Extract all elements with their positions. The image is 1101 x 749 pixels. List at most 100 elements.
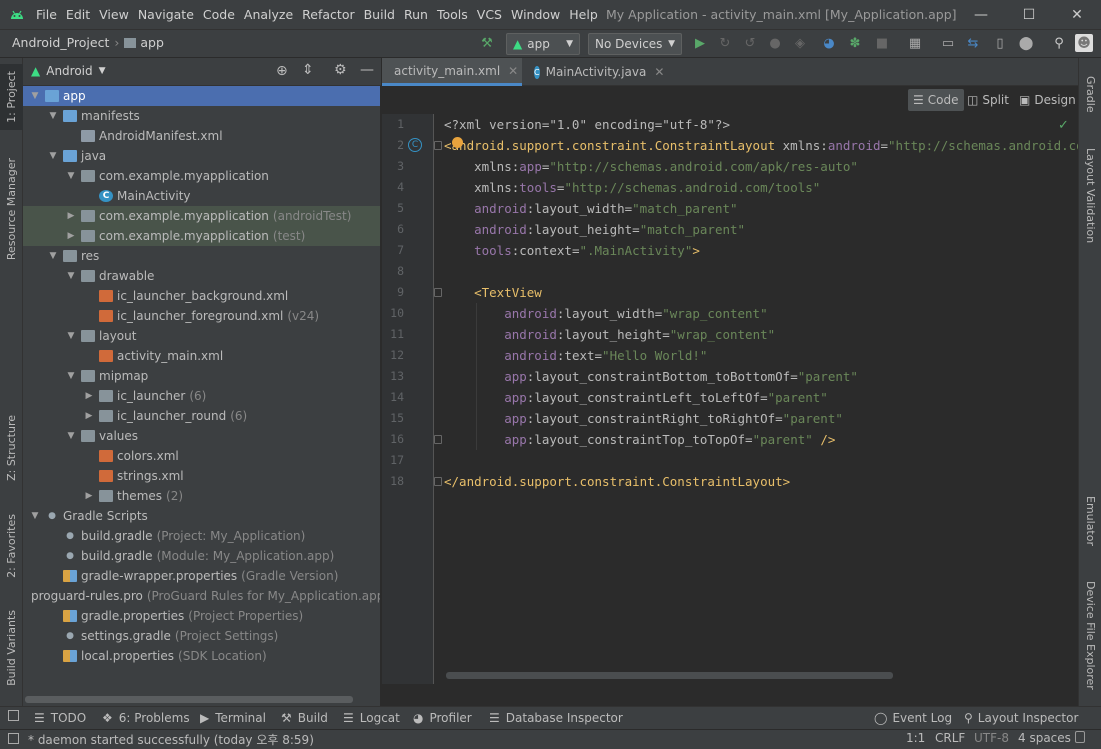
expanded-arrow-icon[interactable]: ▼ [47,251,59,261]
tab-gradle[interactable]: Gradle [1079,64,1101,124]
split-mode-button[interactable]: ◫ Split [962,89,1014,111]
profiler-tool-button[interactable]: ◕ Profiler [413,706,472,729]
indent-setting[interactable]: 4 spaces [1018,731,1071,745]
close-tab-icon[interactable]: ✕ [654,65,664,79]
tree-item[interactable]: proguard-rules.pro (ProGuard Rules for My… [23,586,380,606]
tab-main-activity-java[interactable]: C MainActivity.java ✕ [528,58,668,86]
breadcrumb-module[interactable]: app [140,35,164,50]
terminal-tool-button[interactable]: ▶ Terminal [200,706,266,729]
tab-device-file-explorer[interactable]: Device File Explorer [1079,573,1101,697]
tree-item[interactable]: ● build.gradle (Project: My_Application) [23,526,380,546]
tree-item[interactable]: ▼ res [23,246,380,266]
expanded-arrow-icon[interactable]: ▼ [65,371,77,381]
run-icon[interactable]: ▶ [691,34,709,52]
expanded-arrow-icon[interactable]: ▼ [65,171,77,181]
avd-manager-icon[interactable]: ▭ [939,34,957,52]
problems-tool-button[interactable]: ❖ 6: Problems [102,706,190,729]
logcat-tool-button[interactable]: ☰ Logcat [343,706,400,729]
menu-edit[interactable]: Edit [66,7,90,22]
editor-horizontal-scrollbar[interactable] [446,672,893,679]
database-inspector-tool-button[interactable]: ☰ Database Inspector [489,706,623,729]
user-avatar-icon[interactable]: ☻ [1075,34,1093,52]
close-window-button[interactable]: ✕ [1054,0,1100,30]
class-gutter-icon[interactable]: C [408,138,422,152]
tree-item[interactable]: ic_launcher_background.xml [23,286,380,306]
search-icon[interactable]: ⚲ [1050,34,1068,52]
fold-marker-icon[interactable] [434,435,442,444]
device-manager-icon[interactable]: ▯ [991,34,1009,52]
locate-file-icon[interactable]: ⊕ [276,63,288,79]
code-mode-button[interactable]: ☰ Code [908,89,964,111]
expanded-arrow-icon[interactable]: ▼ [47,151,59,161]
build-tool-button[interactable]: ⚒ Build [281,706,328,729]
tab-structure[interactable]: Z: Structure [0,408,23,488]
code-editor[interactable]: <?xml version="1.0" encoding="utf-8"?> <a… [436,114,1078,684]
tree-item[interactable]: colors.xml [23,446,380,466]
tab-favorites[interactable]: 2: Favorites [0,506,23,586]
collapsed-arrow-icon[interactable]: ▶ [83,391,95,401]
menu-help[interactable]: Help [569,7,598,22]
tree-item[interactable]: gradle-wrapper.properties (Gradle Version… [23,566,380,586]
expanded-arrow-icon[interactable]: ▼ [65,331,77,341]
run-config-selector[interactable]: ▲ app ▼ [506,33,580,55]
caret-position[interactable]: 1:1 [906,731,925,745]
profile-icon[interactable]: ◕ [820,34,838,52]
project-structure-icon[interactable]: ▦ [906,34,924,52]
tab-project[interactable]: 1: Project [0,64,23,130]
tree-item[interactable]: ▼ java [23,146,380,166]
gear-icon[interactable]: ⚙ [334,62,347,78]
apply-changes-icon[interactable]: ↻ [716,34,734,52]
tree-item[interactable]: ▼ app [23,86,380,106]
debug-icon[interactable]: ● [766,34,784,52]
menu-window[interactable]: Window [511,7,560,22]
tree-item[interactable]: activity_main.xml [23,346,380,366]
tree-item[interactable]: ▼ ● Gradle Scripts [23,506,380,526]
collapsed-arrow-icon[interactable]: ▶ [65,211,77,221]
menu-run[interactable]: Run [404,7,428,22]
fold-marker-icon[interactable] [434,141,442,150]
menu-view[interactable]: View [99,7,129,22]
tab-layout-validation[interactable]: Layout Validation [1079,136,1101,256]
sdk-manager-icon[interactable]: ⬤ [1017,34,1035,52]
tree-item[interactable]: local.properties (SDK Location) [23,646,380,666]
layout-inspector-tool-button[interactable]: ⚲ Layout Inspector [964,706,1078,729]
tree-item[interactable]: ▼ values [23,426,380,446]
sync-gradle-icon[interactable]: ⇆ [964,34,982,52]
menu-build[interactable]: Build [364,7,395,22]
tree-item[interactable]: ▶ ic_launcher_round (6) [23,406,380,426]
tree-item[interactable]: ic_launcher_foreground.xml (v24) [23,306,380,326]
tree-item[interactable]: strings.xml [23,466,380,486]
expanded-arrow-icon[interactable]: ▼ [47,111,59,121]
coverage-icon[interactable]: ◈ [791,34,809,52]
tree-item[interactable]: ▶ themes (2) [23,486,380,506]
tab-build-variants[interactable]: Build Variants [0,603,23,693]
tab-emulator[interactable]: Emulator [1079,486,1101,556]
event-log-tool-button[interactable]: ◯ Event Log [874,706,952,729]
tree-item[interactable]: ▼ manifests [23,106,380,126]
project-horizontal-scrollbar[interactable] [25,696,353,703]
menu-tools[interactable]: Tools [437,7,468,22]
hide-panel-icon[interactable]: — [360,62,374,78]
expanded-arrow-icon[interactable]: ▼ [65,431,77,441]
menu-vcs[interactable]: VCS [477,7,502,22]
tree-item[interactable]: ▶ com.example.myapplication (test) [23,226,380,246]
fold-marker-icon[interactable] [434,288,442,297]
tree-item[interactable]: ▶ com.example.myapplication (androidTest) [23,206,380,226]
maximize-button[interactable]: ☐ [1006,0,1052,30]
menu-navigate[interactable]: Navigate [138,7,194,22]
tab-resource-manager[interactable]: Resource Manager [0,150,23,268]
expanded-arrow-icon[interactable]: ▼ [29,91,41,101]
line-separator[interactable]: CRLF [935,731,965,745]
collapse-all-icon[interactable]: ⇕ [302,62,314,78]
tree-item[interactable]: ▼ drawable [23,266,380,286]
tree-item[interactable]: ▼ layout [23,326,380,346]
tree-item[interactable]: ▼ com.example.myapplication [23,166,380,186]
collapsed-arrow-icon[interactable]: ▶ [83,491,95,501]
project-view-selector[interactable]: ▲ Android ▼ [31,64,106,78]
lock-icon[interactable] [1075,731,1085,743]
make-project-hammer-icon[interactable]: ⚒ [478,34,496,52]
stop-icon[interactable]: ■ [873,34,891,52]
menu-file[interactable]: File [36,7,57,22]
tree-item[interactable]: AndroidManifest.xml [23,126,380,146]
menu-analyze[interactable]: Analyze [244,7,293,22]
